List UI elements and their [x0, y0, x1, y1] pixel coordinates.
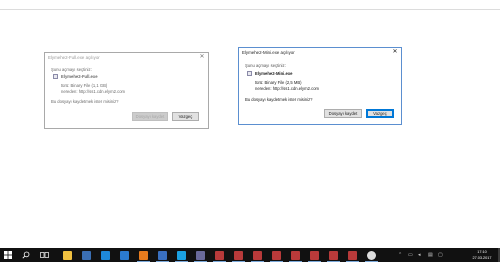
open-label: Şunu açmayı seçtiniz:: [51, 67, 92, 72]
download-dialog-mini[interactable]: Elymehe2-Mini.exe açılıyor ✕ Şunu açmayı…: [238, 47, 402, 125]
clock[interactable]: 17:10 27.03.2017: [468, 249, 496, 261]
taskbar: ⌃ ▭ ◂ ▤ ▢ 17:10 27.03.2017: [0, 248, 500, 262]
file-explorer-icon[interactable]: [60, 248, 75, 262]
save-question: Bu dosyayı kaydetmek ister misiniz?: [245, 97, 313, 102]
media-icon[interactable]: [231, 248, 246, 262]
open-label: Şunu açmayı seçtiniz:: [245, 63, 286, 68]
app-icon[interactable]: [155, 248, 170, 262]
edge-icon[interactable]: [98, 248, 113, 262]
search-icon[interactable]: [20, 248, 32, 262]
photos-icon[interactable]: [117, 248, 132, 262]
media-icon[interactable]: [326, 248, 341, 262]
media-icon[interactable]: [212, 248, 227, 262]
file-icon: [53, 74, 58, 79]
media-glyph: [310, 250, 319, 260]
file-icon: [247, 71, 252, 76]
download-dialog-full[interactable]: Elymehe2-Full.exe açılıyor ✕ Şunu açmayı…: [44, 52, 209, 129]
clock-date: 27.03.2017: [472, 256, 492, 260]
media-glyph: [329, 250, 338, 260]
close-icon[interactable]: ✕: [198, 53, 206, 62]
close-icon[interactable]: ✕: [391, 48, 399, 57]
desktop: Elymehe2-Full.exe açılıyor ✕ Şunu açmayı…: [0, 0, 500, 262]
cancel-button[interactable]: Vazgeç: [366, 109, 394, 118]
notification-icon[interactable]: ▢: [438, 251, 443, 259]
media-icon[interactable]: [269, 248, 284, 262]
steam-icon[interactable]: [364, 248, 379, 262]
media-glyph: [291, 250, 300, 260]
media-icon[interactable]: [288, 248, 303, 262]
media-icon[interactable]: [307, 248, 322, 262]
app-icon[interactable]: [193, 248, 208, 262]
media-glyph: [234, 250, 243, 260]
windows-logo-icon[interactable]: [2, 248, 14, 262]
app-glyph: [196, 250, 205, 260]
media-icon[interactable]: [250, 248, 265, 262]
file-type: türü: Binary File (2,5 MB): [255, 80, 302, 85]
store-icon[interactable]: [79, 248, 94, 262]
dialog-title: Elymehe2-Mini.exe açılıyor: [242, 50, 295, 55]
edge-glyph: [101, 250, 110, 260]
network-icon[interactable]: ▭: [408, 251, 413, 259]
app-glyph: [158, 250, 167, 260]
media-glyph: [272, 250, 281, 260]
skype-icon[interactable]: [174, 248, 189, 262]
save-question: Bu dosyayı kaydetmek ister misiniz?: [51, 99, 119, 104]
volume-icon[interactable]: ◂: [418, 251, 421, 259]
browser-content-edge: [0, 9, 500, 10]
file-name: Elymehe2-Full.exe: [61, 74, 98, 79]
file-source: nereden: http://ss1.cdn.elym2.com: [61, 89, 126, 94]
task-view-icon[interactable]: [38, 248, 50, 262]
media-glyph: [215, 250, 224, 260]
cancel-button[interactable]: Vazgeç: [172, 112, 199, 121]
firefox-icon[interactable]: [136, 248, 151, 262]
photos-glyph: [120, 250, 129, 260]
skype-glyph: [177, 250, 186, 260]
file-name: Elymehe2-Mini.exe: [255, 71, 293, 76]
dialog-title: Elymehe2-Full.exe açılıyor: [48, 55, 100, 60]
file-source: nereden: http://ss1.cdn.elym2.com: [255, 86, 320, 91]
store-glyph: [82, 250, 91, 260]
media-glyph: [253, 250, 262, 260]
save-file-button[interactable]: Dosyayı kaydet: [132, 112, 168, 121]
chevron-up-icon[interactable]: ⌃: [398, 251, 402, 259]
media-icon[interactable]: [345, 248, 360, 262]
save-file-button[interactable]: Dosyayı kaydet: [324, 109, 362, 118]
file-explorer-glyph: [63, 250, 72, 260]
keyboard-icon[interactable]: ▤: [428, 251, 433, 259]
firefox-glyph: [139, 250, 148, 260]
media-glyph: [348, 250, 357, 260]
steam-glyph: [367, 250, 376, 260]
file-type: türü: Binary File (1,1 GB): [61, 83, 108, 88]
